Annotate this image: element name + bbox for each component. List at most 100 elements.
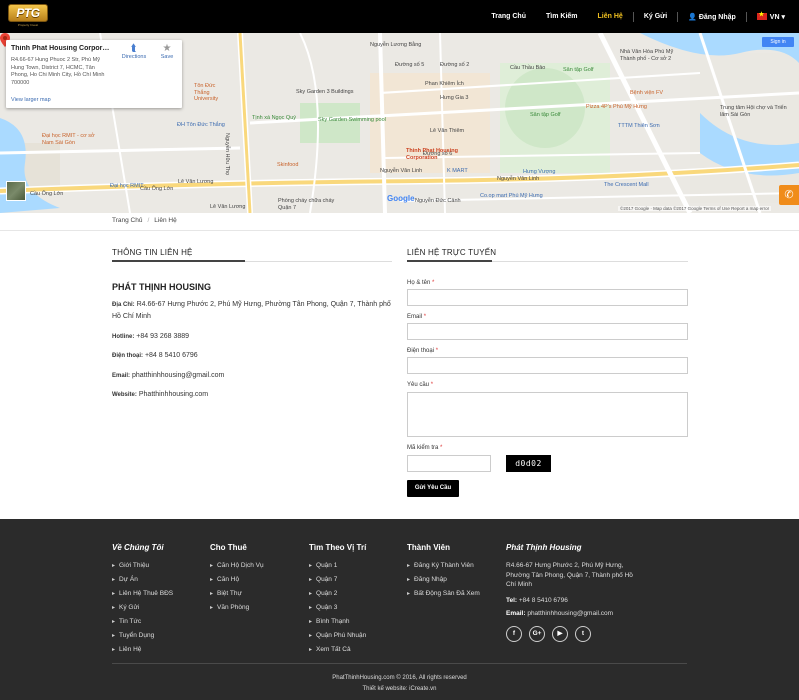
satellite-toggle[interactable] [6, 181, 26, 201]
nav-item-search[interactable]: Tìm Kiếm [536, 13, 588, 20]
phone-line: Điện thoại: +84 8 5410 6796 [112, 350, 394, 362]
google-plus-icon[interactable]: G+ [529, 626, 545, 642]
map-label: Co.op mart Phú Mỹ Hưng [480, 193, 543, 199]
map-label: Skinfood [277, 162, 299, 168]
footer-link[interactable]: Ký Gửi [112, 601, 173, 615]
footer-phone: Tel: +84 8 5410 6796 [506, 597, 568, 604]
name-field[interactable] [407, 289, 688, 306]
map-label: Nguyễn Văn Linh [497, 176, 540, 182]
map-label: Lê Văn Lương [210, 204, 246, 210]
designer-credit[interactable]: Thiết kế website: iCreate.vn [0, 686, 799, 692]
footer-link[interactable]: Quận 7 [309, 573, 366, 587]
footer-link[interactable]: Quận Phú Nhuận [309, 629, 366, 643]
footer-link[interactable]: Tuyển Dụng [112, 629, 173, 643]
footer-link[interactable]: Liên Hệ [112, 643, 173, 657]
footer-link[interactable]: Xem Tất Cả [309, 643, 366, 657]
nav-item-login[interactable]: 👤 Đăng Nhập [678, 13, 746, 21]
map-label: Nguyễn Lương Bằng [370, 42, 422, 48]
map-label: Bệnh viện FV [630, 90, 664, 96]
website-value[interactable]: Phatthinhhousing.com [139, 391, 208, 398]
map-label: Sân tập Golf [563, 67, 594, 73]
footer-col-about-title: Về Chúng Tôi [112, 543, 164, 552]
footer-link[interactable]: Căn Hộ [210, 573, 264, 587]
youtube-icon[interactable]: ▶ [552, 626, 568, 642]
phone-value[interactable]: +84 8 5410 6796 [145, 352, 198, 359]
logo-subtitle: Property Invest [17, 23, 39, 27]
top-navbar: PTG Property Invest Trang Chủ Tìm Kiếm L… [0, 0, 799, 33]
site-logo[interactable]: PTG Property Invest [8, 4, 48, 27]
website-line: Website: Phatthinhhousing.com [112, 389, 394, 401]
hotline-value[interactable]: +84 93 268 3889 [136, 333, 189, 340]
facebook-icon[interactable]: f [506, 626, 522, 642]
footer-link[interactable]: Đăng Ký Thành Viên [407, 559, 480, 573]
footer-link[interactable]: Quận 1 [309, 559, 366, 573]
star-icon: ★ [162, 43, 172, 54]
logo-text: PTG [8, 4, 48, 22]
footer-link[interactable]: Tin Tức [112, 615, 173, 629]
map-attribution[interactable]: ©2017 Google · Map data ©2017 Google Ter… [618, 206, 772, 211]
map-label: Trung tâm Hội chợ và Triển lãm Sài Gòn [720, 105, 787, 118]
map-label: Nhà Văn Hóa Phú Mỹ Thành phố - Cơ sở 2 [620, 49, 674, 62]
email-line: Email: phatthinhhousing@gmail.com [112, 370, 394, 382]
breadcrumb-current: Liên Hệ [154, 217, 177, 224]
map-info-card: Thinh Phat Housing Corporati... R4.66-67… [6, 40, 182, 108]
hotline-label: Hotline: [112, 334, 135, 340]
phone-field[interactable] [407, 357, 688, 374]
footer-link[interactable]: Liên Hệ Thuê BĐS [112, 587, 173, 601]
nav-item-consign[interactable]: Ký Gửi [634, 13, 677, 20]
map-label: Sân tập Golf [530, 112, 561, 118]
language-selector[interactable]: VN ▾ [747, 11, 799, 21]
footer-email-value[interactable]: phatthinhhousing@gmail.com [527, 610, 613, 617]
footer-link[interactable]: Đăng Nhập [407, 573, 480, 587]
address-line: Địa Chỉ: R4.66-67 Hưng Phước 2, Phú Mỹ H… [112, 299, 394, 323]
footer-email: Email: phatthinhhousing@gmail.com [506, 610, 613, 617]
heading-underline [407, 260, 688, 262]
phone-call-button[interactable]: ✆ [779, 185, 799, 205]
view-larger-map-link[interactable]: View larger map [11, 97, 51, 103]
email-value[interactable]: phatthinhhousing@gmail.com [132, 372, 224, 379]
map-label: Hưng Gia 3 [440, 95, 469, 101]
footer-link[interactable]: Quận 3 [309, 601, 366, 615]
language-label: VN [769, 13, 780, 21]
map-label: Sky Garden Swimming pool [318, 117, 386, 123]
twitter-icon[interactable]: t [575, 626, 591, 642]
map-label: Phòng cháy chữa cháy Quận 7 [278, 198, 335, 211]
footer-link[interactable]: Bình Thạnh [309, 615, 366, 629]
breadcrumb-home[interactable]: Trang Chủ [112, 217, 142, 224]
name-label: Họ & tên * [407, 280, 434, 286]
save-button[interactable]: ★ Save [156, 43, 178, 60]
map-label: Đường số 2 [440, 62, 470, 68]
google-map[interactable]: Sky Garden 3 Buildings Sky Garden Swimmi… [0, 33, 799, 213]
submit-request-button[interactable]: Gửi Yêu Cầu [407, 480, 459, 497]
footer-link[interactable]: Dự Án [112, 573, 173, 587]
map-label: Lê Văn Thiêm [430, 128, 465, 134]
footer-link[interactable]: Bất Động Sản Đã Xem [407, 587, 480, 601]
footer-link[interactable]: Căn Hộ Dịch Vụ [210, 559, 264, 573]
footer-col-member: Đăng Ký Thành Viên Đăng Nhập Bất Động Sả… [407, 559, 480, 601]
nav-item-contact[interactable]: Liên Hệ [588, 13, 633, 20]
map-label: Cầu Ông Lớn [30, 191, 64, 197]
map-label: Sky Garden 3 Buildings [296, 89, 354, 95]
website-label: Website: [112, 392, 137, 398]
place-name: Thinh Phat Housing Corporati... [11, 45, 111, 52]
footer-link[interactable]: Biệt Thự [210, 587, 264, 601]
captcha-image: d0d02 [506, 455, 551, 472]
tel-value[interactable]: +84 8 5410 6796 [519, 597, 568, 604]
footer-email-label: Email: [506, 610, 526, 617]
footer-col-member-title: Thành Viên [407, 543, 450, 552]
caret-down-icon: ▾ [781, 13, 785, 21]
email-field[interactable] [407, 323, 688, 340]
heading-underline [112, 260, 392, 262]
map-signin-button[interactable]: Sign in [762, 37, 794, 47]
required-mark: * [435, 348, 439, 354]
footer-link[interactable]: Quận 2 [309, 587, 366, 601]
nav-item-home[interactable]: Trang Chủ [481, 13, 536, 20]
footer-link[interactable]: Giới Thiệu [112, 559, 173, 573]
signin-label: Sign in [770, 39, 786, 45]
directions-button[interactable]: ⮬ Directions [120, 43, 148, 60]
captcha-input[interactable] [407, 455, 491, 472]
captcha-label: Mã kiểm tra * [407, 445, 442, 451]
footer-link[interactable]: Văn Phòng [210, 601, 264, 615]
request-textarea[interactable] [407, 392, 688, 437]
footer-col-location: Quận 1 Quận 7 Quận 2 Quận 3 Bình Thạnh Q… [309, 559, 366, 657]
